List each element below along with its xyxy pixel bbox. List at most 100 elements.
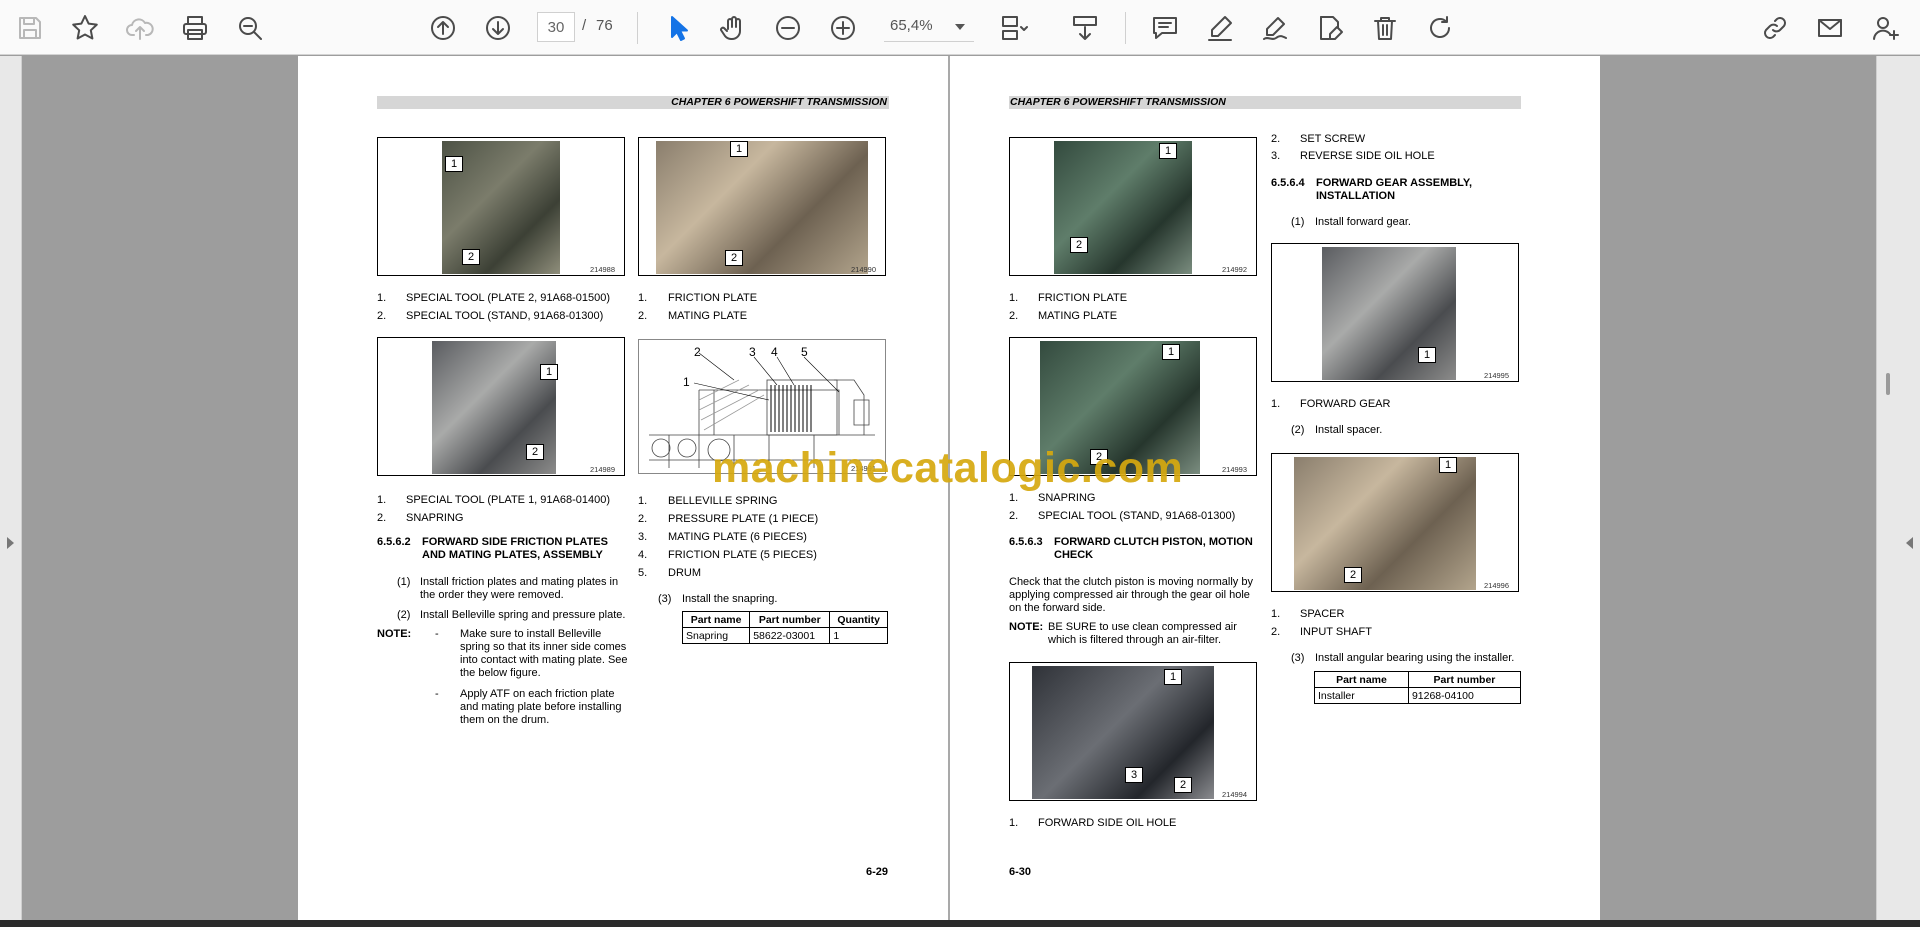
section-number: 6.5.6.4 [1271,177,1305,189]
next-page-icon[interactable] [478,8,518,48]
legend-text: SPECIAL TOOL (STAND, 91A68-01300) [1038,510,1236,522]
table-row: Installer 91268-04100 [1314,687,1522,704]
callout: 2 [1070,237,1088,253]
callout: 1 [1439,457,1457,473]
link-share-icon[interactable] [1755,8,1795,48]
cloud-upload-icon[interactable] [120,8,160,48]
legend-number: 2. [377,512,387,524]
step-text: Install forward gear. [1315,216,1411,228]
callout: 1 [1418,347,1436,363]
legend-number: 2. [1009,510,1019,522]
legend-number: 1. [1271,608,1281,620]
figure-id: 214990 [851,265,877,274]
callout: 1 [730,141,748,157]
parts-table: Part name Part number Quantity Snapring … [681,611,888,644]
bookmark-star-icon[interactable] [65,8,105,48]
figure-special-tool-snapring: 1 2 214989 [377,337,625,476]
toolbar: / 76 65,4% [0,0,1920,55]
scrollbar-thumb[interactable] [1886,373,1890,395]
step-number: (3) [1291,652,1305,664]
legend-text: MATING PLATE (6 PIECES) [668,531,807,543]
callout: 1 [1164,669,1182,685]
left-panel-toggle[interactable] [0,56,22,920]
legend-number: 4. [638,549,648,561]
legend-number: 3. [638,531,648,543]
table-header-row: Part name Part number Quantity [681,611,888,628]
legend-text: SNAPRING [1038,492,1096,504]
legend-text: FRICTION PLATE (5 PIECES) [668,549,817,561]
rotate-icon[interactable] [1420,8,1460,48]
legend-number: 5. [638,567,648,579]
legend-text: BELLEVILLE SPRING [668,495,778,507]
figure-id: 214988 [590,265,616,274]
page-number-input[interactable] [537,12,575,42]
legend-number: 2. [1009,310,1019,322]
table-row: Snapring 58622-03001 1 [681,627,888,644]
zoom-in-icon[interactable] [823,8,863,48]
comment-icon[interactable] [1145,8,1185,48]
parts-table: Part name Part number Installer 91268-04… [1314,671,1522,704]
edit-document-icon[interactable] [1310,8,1350,48]
zoom-search-icon[interactable] [230,8,270,48]
legend-number: 2. [638,513,648,525]
table-header: Part name [1314,671,1409,688]
watermark-text: machinecatalogic.com [712,444,1184,492]
legend-text: FORWARD SIDE OIL HOLE [1038,817,1177,829]
save-icon[interactable] [10,8,50,48]
paragraph-text: on the forward side. [1009,602,1106,614]
section-title: INSTALLATION [1316,190,1396,202]
legend-number: 2. [1271,626,1281,638]
callout: 1 [683,375,690,389]
callout: 2 [1174,777,1192,793]
select-cursor-icon[interactable] [658,8,698,48]
toolbar-divider [637,12,638,44]
table-cell: 58622-03001 [749,627,831,644]
chevron-down-icon[interactable] [955,24,965,30]
page-layout-icon[interactable] [993,8,1033,48]
legend-text: MATING PLATE [1038,310,1118,322]
figure-id: 214992 [1222,265,1248,274]
delete-trash-icon[interactable] [1365,8,1405,48]
legend-text: FORWARD GEAR [1300,398,1391,410]
callout: 1 [445,156,463,172]
legend-number: 1. [1009,817,1019,829]
legend-text: DRUM [668,567,701,579]
scrolling-mode-icon[interactable] [1065,8,1105,48]
callout: 5 [801,345,808,359]
expand-right-icon[interactable] [7,537,14,549]
highlight-pen-icon[interactable] [1200,8,1240,48]
figure-id: 214989 [590,465,616,474]
legend-number: 2. [1271,133,1281,145]
note-text: BE SURE to use clean compressed air [1048,621,1237,633]
figure-id: 214994 [1222,790,1248,799]
expand-left-icon[interactable] [1906,537,1913,549]
photo-plate-install [1054,141,1192,274]
step-text: the order they were removed. [420,589,564,601]
legend-text: SPECIAL TOOL (PLATE 1, 91A68-01400) [406,494,611,506]
table-cell: Snapring [681,627,751,644]
previous-page-icon[interactable] [423,8,463,48]
hand-tool-icon[interactable] [713,8,753,48]
table-header: Quantity [829,611,888,628]
step-text: Install Belleville spring and pressure p… [420,609,626,621]
note-dash: - [435,628,439,640]
legend-text: FRICTION PLATE [1038,292,1128,304]
print-icon[interactable] [175,8,215,48]
step-text: Install angular bearing using the instal… [1315,652,1515,664]
add-user-icon[interactable] [1865,8,1905,48]
step-number: (3) [658,593,672,605]
paragraph-text: applying compressed air through the gear… [1009,589,1250,601]
figure-oil-hole-check-frame: 1 2 3 214994 [1009,662,1257,801]
section-title: CHECK [1054,549,1094,561]
chapter-header: CHAPTER 6 POWERSHIFT TRANSMISSION [1009,96,1521,109]
zoom-out-icon[interactable] [768,8,808,48]
callout: 1 [1159,143,1177,159]
note-text: into contact with mating plate. See [460,654,628,666]
legend-text: SPECIAL TOOL (PLATE 2, 91A68-01500) [406,292,611,304]
right-panel-toggle[interactable] [1876,56,1920,920]
page-separator: / [582,17,587,34]
draw-freeform-icon[interactable] [1255,8,1295,48]
email-icon[interactable] [1810,8,1850,48]
legend-text: SPECIAL TOOL (STAND, 91A68-01300) [406,310,604,322]
callout: 2 [1344,567,1362,583]
